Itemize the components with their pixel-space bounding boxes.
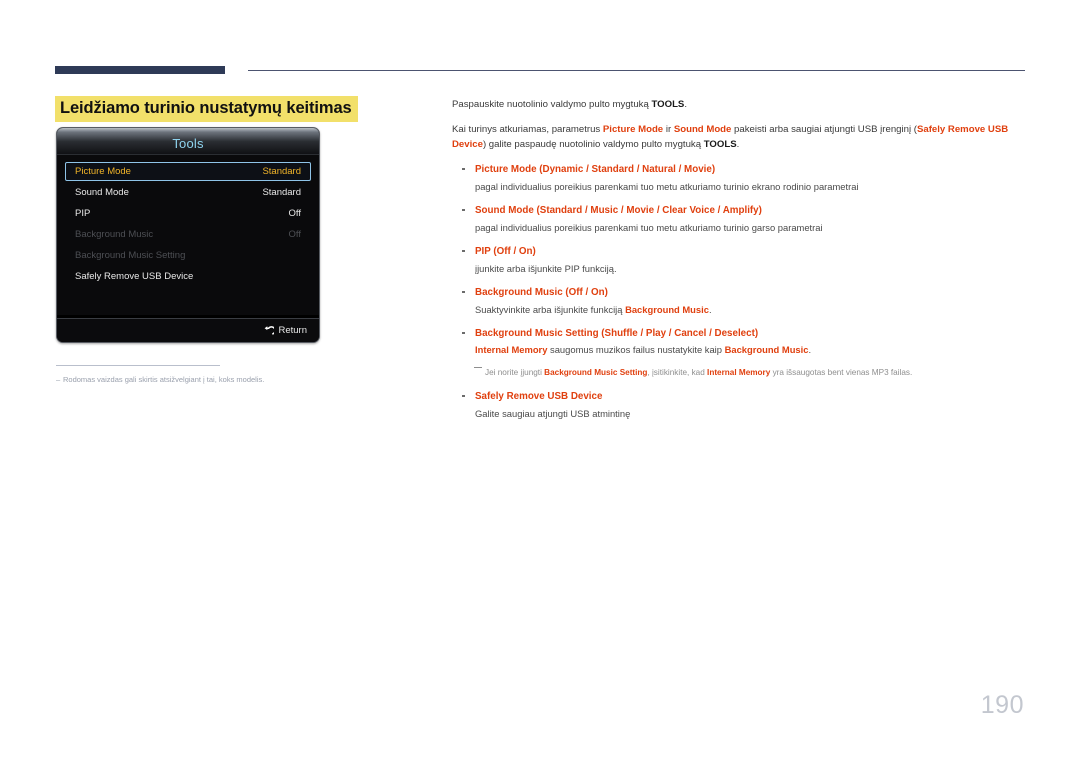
return-arrow-icon bbox=[265, 325, 275, 335]
bullet-picture-mode: Picture Mode (Dynamic / Standard / Natur… bbox=[452, 162, 1032, 194]
header-divider-line bbox=[248, 70, 1025, 71]
osd-return-button[interactable]: Return bbox=[263, 325, 307, 336]
bullet-options: (Standard / Music / Movie / Clear Voice … bbox=[536, 204, 762, 216]
intro1-pre: Paspauskite nuotolinio valdymo pulto myg… bbox=[452, 99, 652, 110]
note-post: yra išsaugotas bent vienas MP3 failas. bbox=[770, 367, 913, 377]
osd-titlebar: Tools bbox=[57, 128, 319, 155]
content-column: Paspauskite nuotolinio valdymo pulto myg… bbox=[452, 97, 1032, 430]
bullet-heading: PIP (Off / On) bbox=[475, 244, 1032, 259]
note-mid: , įsitikinkite, kad bbox=[647, 367, 708, 377]
note-dash-icon bbox=[474, 366, 482, 368]
header-rules bbox=[55, 66, 1025, 78]
osd-row-value: Standard bbox=[262, 187, 301, 198]
desc-bold-internal-memory: Internal Memory bbox=[475, 343, 548, 355]
osd-tools-panel: Tools Picture Mode Standard Sound Mode S… bbox=[56, 127, 320, 343]
settings-bullet-list: Picture Mode (Dynamic / Standard / Natur… bbox=[452, 162, 1032, 357]
bullet-name: Background Music Setting bbox=[475, 327, 599, 339]
note-bold-bgm-setting: Background Music Setting bbox=[544, 367, 648, 377]
bullet-description: Internal Memory saugomus muzikos failus … bbox=[475, 342, 1032, 357]
bullet-options: (Dynamic / Standard / Natural / Movie) bbox=[539, 163, 716, 175]
bullet-name: Background Music bbox=[475, 286, 563, 298]
intro-paragraph-2: Kai turinys atkuriamas, parametrus Pictu… bbox=[452, 122, 1032, 153]
intro2-e: pakeisti arba saugiai atjungti USB įreng… bbox=[731, 123, 917, 135]
intro2-tools-key: TOOLS bbox=[703, 139, 737, 150]
osd-menu-list: Picture Mode Standard Sound Mode Standar… bbox=[57, 155, 319, 315]
bullet-background-music-setting: Background Music Setting (Shuffle / Play… bbox=[452, 326, 1032, 357]
bullet-heading: Background Music (Off / On) bbox=[475, 285, 1032, 300]
bullet-sound-mode: Sound Mode (Standard / Music / Movie / C… bbox=[452, 203, 1032, 235]
bullet-pip: PIP (Off / On) įjunkite arba išjunkite P… bbox=[452, 244, 1032, 276]
bullet-options: (Shuffle / Play / Cancel / Deselect) bbox=[601, 327, 759, 339]
page-title: Leidžiamo turinio nustatymų keitimas bbox=[55, 96, 358, 122]
bullet-options: (Off / On) bbox=[493, 245, 536, 257]
osd-row-background-music: Background Music Off bbox=[65, 225, 311, 244]
osd-row-pip[interactable]: PIP Off bbox=[65, 204, 311, 223]
bullet-description: įjunkite arba išjunkite PIP funkciją. bbox=[475, 262, 617, 274]
desc-post: . bbox=[708, 303, 712, 315]
osd-row-value: Off bbox=[288, 208, 302, 219]
bullet-name: Safely Remove USB Device bbox=[475, 390, 603, 402]
bullet-name: PIP bbox=[475, 245, 491, 257]
intro2-sound-mode: Sound Mode bbox=[673, 123, 732, 135]
left-note: – Rodomas vaizdas gali skirtis atsižvelgi… bbox=[56, 375, 264, 384]
osd-row-picture-mode[interactable]: Picture Mode Standard bbox=[65, 162, 311, 181]
bullet-heading: Picture Mode (Dynamic / Standard / Natur… bbox=[475, 162, 1032, 177]
intro1-tools-key: TOOLS bbox=[651, 99, 685, 110]
bullet-name: Sound Mode bbox=[475, 204, 534, 216]
intro2-picture-mode: Picture Mode bbox=[602, 123, 664, 135]
note-bold-internal-memory: Internal Memory bbox=[707, 367, 771, 377]
settings-bullet-list-continued: Safely Remove USB Device Galite saugiau … bbox=[452, 389, 1032, 421]
osd-row-label: PIP bbox=[75, 208, 91, 219]
bullet-description: Galite saugiau atjungti USB atmintinę bbox=[475, 407, 631, 419]
osd-title-label: Tools bbox=[172, 135, 204, 151]
osd-row-value: Off bbox=[288, 229, 302, 240]
desc-bold-background-music: Background Music bbox=[724, 343, 809, 355]
inline-note: Jei norite įjungti Background Music Sett… bbox=[452, 366, 1032, 380]
osd-row-background-music-setting: Background Music Setting bbox=[65, 246, 311, 265]
desc-post: . bbox=[808, 343, 812, 355]
note-pre: Jei norite įjungti bbox=[485, 367, 545, 377]
osd-row-label: Background Music Setting bbox=[75, 250, 186, 261]
bullet-background-music: Background Music (Off / On) Suaktyvinkit… bbox=[452, 285, 1032, 317]
bullet-heading: Safely Remove USB Device bbox=[475, 389, 1032, 404]
bullet-heading: Sound Mode (Standard / Music / Movie / C… bbox=[475, 203, 1032, 218]
bullet-description: Suaktyvinkite arba išjunkite funkciją Ba… bbox=[475, 302, 1032, 317]
osd-footer: Return bbox=[57, 318, 319, 342]
osd-row-sound-mode[interactable]: Sound Mode Standard bbox=[65, 183, 311, 202]
intro2-c: ir bbox=[663, 123, 674, 135]
left-note-divider bbox=[56, 365, 220, 366]
left-note-text: Rodomas vaizdas gali skirtis atsižvelgia… bbox=[63, 375, 265, 384]
intro2-a: Kai turinys atkuriamas, parametrus bbox=[452, 123, 603, 135]
osd-row-safely-remove-usb-device[interactable]: Safely Remove USB Device bbox=[65, 267, 311, 286]
bullet-name: Picture Mode bbox=[475, 163, 537, 175]
intro2-i: . bbox=[736, 139, 740, 150]
bullet-options: (Off / On) bbox=[565, 286, 608, 298]
osd-row-label: Background Music bbox=[75, 229, 154, 240]
osd-row-value: Standard bbox=[262, 166, 301, 177]
intro-paragraph-1: Paspauskite nuotolinio valdymo pulto myg… bbox=[452, 97, 1032, 113]
osd-row-label: Safely Remove USB Device bbox=[75, 271, 194, 282]
left-note-dash: – bbox=[56, 375, 61, 384]
intro1-post: . bbox=[684, 99, 687, 110]
desc-pre: Suaktyvinkite arba išjunkite funkciją bbox=[475, 303, 626, 315]
page-number: 190 bbox=[980, 691, 1024, 719]
bullet-heading: Background Music Setting (Shuffle / Play… bbox=[475, 326, 1032, 341]
desc-mid: saugomus muzikos failus nustatykite kaip bbox=[547, 343, 725, 355]
osd-row-label: Picture Mode bbox=[75, 166, 131, 177]
bullet-description: pagal individualius poreikius parenkami … bbox=[475, 180, 859, 192]
osd-return-label: Return bbox=[278, 325, 307, 336]
desc-bold: Background Music bbox=[625, 303, 709, 315]
bullet-safely-remove-usb-device: Safely Remove USB Device Galite saugiau … bbox=[452, 389, 1032, 421]
bullet-description: pagal individualius poreikius parenkami … bbox=[475, 221, 823, 233]
intro2-g: ) galite paspaudę nuotolinio valdymo pul… bbox=[482, 139, 704, 150]
osd-row-label: Sound Mode bbox=[75, 187, 129, 198]
header-accent-bar bbox=[55, 66, 225, 74]
